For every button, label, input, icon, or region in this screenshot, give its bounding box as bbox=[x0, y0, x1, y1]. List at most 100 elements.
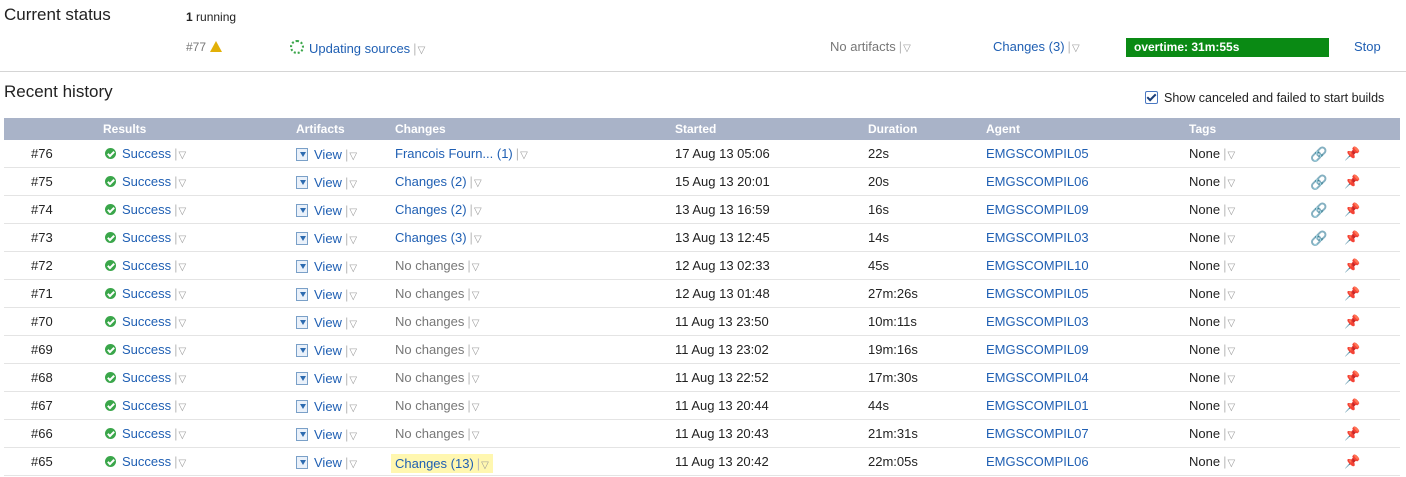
artifacts-dropdown[interactable]: |▽ bbox=[345, 455, 357, 470]
build-changes[interactable]: Changes (13) |▽ bbox=[391, 454, 493, 473]
agent-link[interactable]: EMGSCOMPIL07 bbox=[986, 426, 1089, 441]
build-tags[interactable]: None |▽ bbox=[1189, 342, 1235, 357]
pin-icon[interactable]: 📌 bbox=[1344, 314, 1360, 330]
col-results[interactable]: Results bbox=[103, 122, 146, 136]
result-link[interactable]: Success bbox=[122, 454, 171, 469]
pin-icon[interactable]: 📌 bbox=[1344, 230, 1360, 246]
artifacts-dropdown[interactable]: |▽ bbox=[345, 259, 357, 274]
build-artifacts[interactable]: View |▽ bbox=[296, 370, 357, 386]
build-result[interactable]: Success |▽ bbox=[105, 398, 186, 413]
stop-button[interactable]: Stop bbox=[1354, 39, 1381, 54]
result-dropdown[interactable]: |▽ bbox=[174, 258, 186, 273]
result-dropdown[interactable]: |▽ bbox=[174, 426, 186, 441]
pin-icon[interactable]: 📌 bbox=[1344, 286, 1360, 302]
tags-dropdown[interactable]: |▽ bbox=[1223, 202, 1235, 217]
tags-dropdown[interactable]: |▽ bbox=[1223, 454, 1235, 469]
status-dropdown[interactable]: |▽ bbox=[413, 41, 425, 56]
build-result[interactable]: Success |▽ bbox=[105, 342, 186, 357]
tags-dropdown[interactable]: |▽ bbox=[1223, 314, 1235, 329]
build-artifacts[interactable]: View |▽ bbox=[296, 258, 357, 274]
build-number[interactable]: #76 bbox=[31, 146, 53, 161]
view-artifacts-link[interactable]: View bbox=[314, 399, 342, 414]
col-changes[interactable]: Changes bbox=[395, 122, 446, 136]
build-number[interactable]: #73 bbox=[31, 230, 53, 245]
result-link[interactable]: Success bbox=[122, 426, 171, 441]
build-number[interactable]: #75 bbox=[31, 174, 53, 189]
build-artifacts[interactable]: View |▽ bbox=[296, 426, 357, 442]
artifacts-dropdown[interactable]: |▽ bbox=[345, 315, 357, 330]
tags-dropdown[interactable]: |▽ bbox=[1223, 258, 1235, 273]
changes-dropdown[interactable]: |▽ bbox=[467, 426, 479, 441]
view-artifacts-link[interactable]: View bbox=[314, 455, 342, 470]
build-number[interactable]: #70 bbox=[31, 314, 53, 329]
pin-icon[interactable]: 📌 bbox=[1344, 370, 1360, 386]
warning-icon[interactable] bbox=[210, 41, 223, 52]
result-dropdown[interactable]: |▽ bbox=[174, 146, 186, 161]
build-number[interactable]: #65 bbox=[31, 454, 53, 469]
artifacts-dropdown[interactable]: |▽ bbox=[345, 147, 357, 162]
agent-link[interactable]: EMGSCOMPIL09 bbox=[986, 202, 1089, 217]
running-changes-link[interactable]: Changes (3) bbox=[993, 39, 1065, 54]
build-tags[interactable]: None |▽ bbox=[1189, 286, 1235, 301]
link-icon[interactable]: 🔗 bbox=[1310, 174, 1327, 191]
changes-link[interactable]: Changes (2) bbox=[395, 202, 467, 217]
result-link[interactable]: Success bbox=[122, 286, 171, 301]
view-artifacts-link[interactable]: View bbox=[314, 427, 342, 442]
col-agent[interactable]: Agent bbox=[986, 122, 1020, 136]
result-dropdown[interactable]: |▽ bbox=[174, 398, 186, 413]
changes-dropdown[interactable]: |▽ bbox=[1068, 39, 1080, 54]
running-build-status[interactable]: Updating sources |▽ bbox=[290, 39, 425, 56]
build-artifacts[interactable]: View |▽ bbox=[296, 398, 357, 414]
changes-dropdown[interactable]: |▽ bbox=[467, 398, 479, 413]
build-changes[interactable]: No changes |▽ bbox=[395, 258, 479, 273]
artifacts-dropdown[interactable]: |▽ bbox=[345, 231, 357, 246]
build-result[interactable]: Success |▽ bbox=[105, 454, 186, 469]
result-dropdown[interactable]: |▽ bbox=[174, 342, 186, 357]
changes-dropdown[interactable]: |▽ bbox=[467, 342, 479, 357]
build-number[interactable]: #71 bbox=[31, 286, 53, 301]
build-changes[interactable]: Changes (2) |▽ bbox=[395, 202, 482, 217]
build-result[interactable]: Success |▽ bbox=[105, 426, 186, 441]
build-tags[interactable]: None |▽ bbox=[1189, 258, 1235, 273]
result-dropdown[interactable]: |▽ bbox=[174, 314, 186, 329]
view-artifacts-link[interactable]: View bbox=[314, 147, 342, 162]
build-result[interactable]: Success |▽ bbox=[105, 286, 186, 301]
pin-icon[interactable]: 📌 bbox=[1344, 342, 1360, 358]
col-started[interactable]: Started bbox=[675, 122, 716, 136]
result-link[interactable]: Success bbox=[122, 398, 171, 413]
build-artifacts[interactable]: View |▽ bbox=[296, 202, 357, 218]
view-artifacts-link[interactable]: View bbox=[314, 231, 342, 246]
result-dropdown[interactable]: |▽ bbox=[174, 454, 186, 469]
artifacts-dropdown[interactable]: |▽ bbox=[899, 39, 911, 54]
pin-icon[interactable]: 📌 bbox=[1344, 202, 1360, 218]
build-number[interactable]: #66 bbox=[31, 426, 53, 441]
result-dropdown[interactable]: |▽ bbox=[174, 230, 186, 245]
agent-link[interactable]: EMGSCOMPIL05 bbox=[986, 286, 1089, 301]
tags-dropdown[interactable]: |▽ bbox=[1223, 342, 1235, 357]
build-artifacts[interactable]: View |▽ bbox=[296, 342, 357, 358]
show-canceled-checkbox[interactable]: Show canceled and failed to start builds bbox=[1145, 91, 1384, 105]
view-artifacts-link[interactable]: View bbox=[314, 259, 342, 274]
build-changes[interactable]: Changes (3) |▽ bbox=[395, 230, 482, 245]
build-tags[interactable]: None |▽ bbox=[1189, 314, 1235, 329]
view-artifacts-link[interactable]: View bbox=[314, 203, 342, 218]
build-changes[interactable]: No changes |▽ bbox=[395, 314, 479, 329]
col-artifacts[interactable]: Artifacts bbox=[296, 122, 345, 136]
build-changes[interactable]: Changes (2) |▽ bbox=[395, 174, 482, 189]
changes-dropdown[interactable]: |▽ bbox=[470, 202, 482, 217]
agent-link[interactable]: EMGSCOMPIL06 bbox=[986, 454, 1089, 469]
build-changes[interactable]: No changes |▽ bbox=[395, 426, 479, 441]
changes-dropdown[interactable]: |▽ bbox=[467, 314, 479, 329]
pin-icon[interactable]: 📌 bbox=[1344, 258, 1360, 274]
result-dropdown[interactable]: |▽ bbox=[174, 202, 186, 217]
build-artifacts[interactable]: View |▽ bbox=[296, 146, 357, 162]
agent-link[interactable]: EMGSCOMPIL10 bbox=[986, 258, 1089, 273]
build-result[interactable]: Success |▽ bbox=[105, 370, 186, 385]
artifacts-dropdown[interactable]: |▽ bbox=[345, 399, 357, 414]
col-duration[interactable]: Duration bbox=[868, 122, 917, 136]
tags-dropdown[interactable]: |▽ bbox=[1223, 230, 1235, 245]
build-tags[interactable]: None |▽ bbox=[1189, 174, 1235, 189]
result-link[interactable]: Success bbox=[122, 146, 171, 161]
artifacts-dropdown[interactable]: |▽ bbox=[345, 427, 357, 442]
changes-dropdown[interactable]: |▽ bbox=[467, 370, 479, 385]
